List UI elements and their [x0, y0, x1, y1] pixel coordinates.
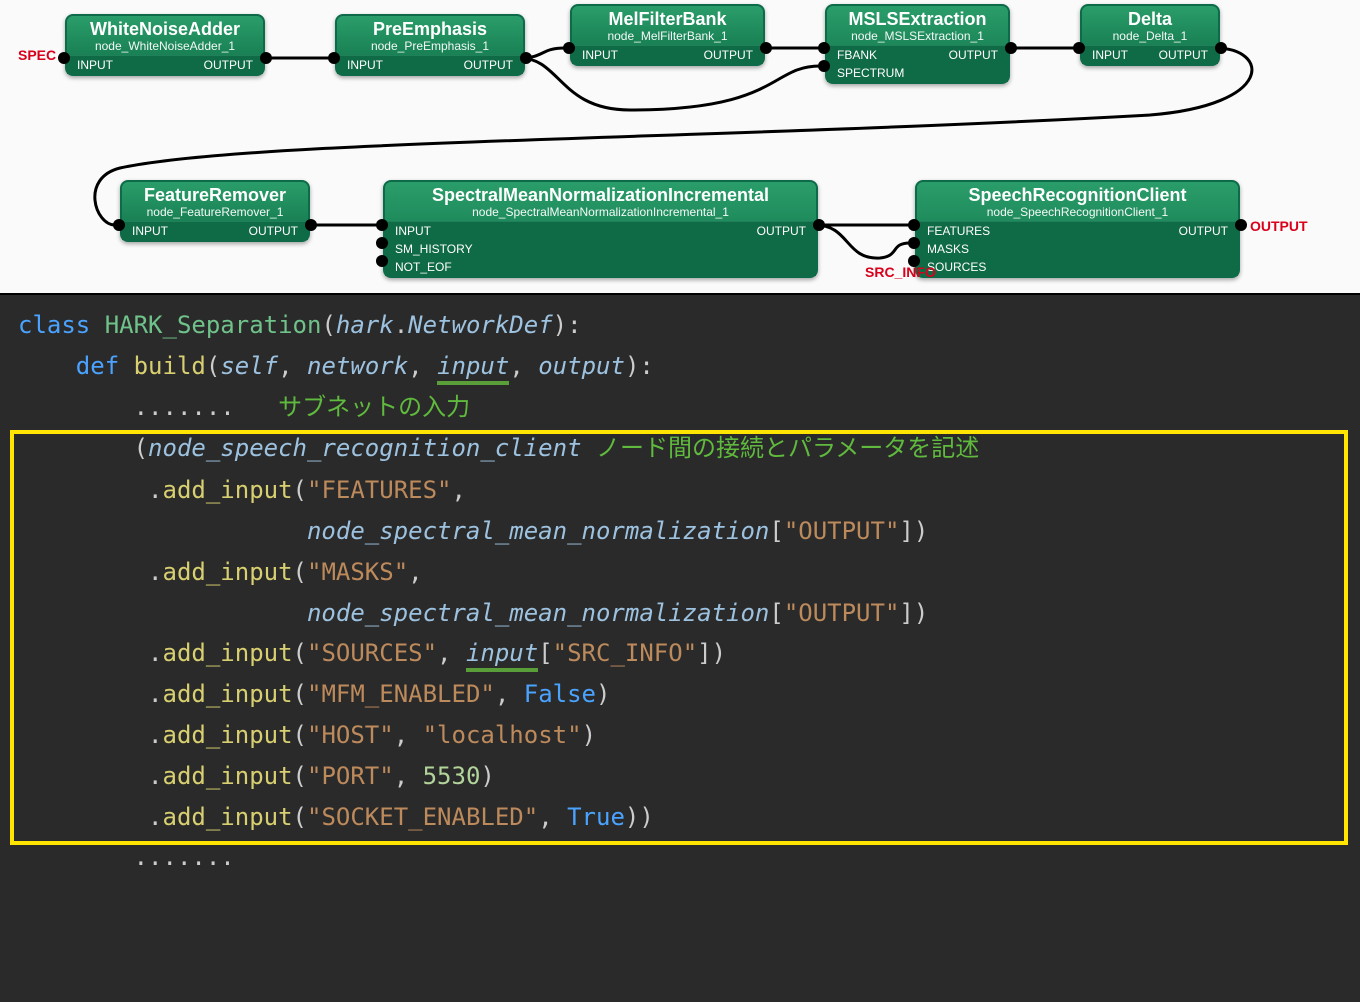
port-dot[interactable] — [818, 42, 830, 54]
external-output: OUTPUT — [1250, 218, 1308, 234]
port-dot[interactable] — [113, 219, 125, 231]
node-diagram: SPEC SRC_INFO OUTPUT WhiteNoiseAddernode… — [0, 0, 1360, 295]
code-line: class HARK_Separation(hark.NetworkDef): — [0, 305, 1360, 346]
port-dot[interactable] — [1235, 219, 1247, 231]
port-dot[interactable] — [58, 52, 70, 64]
node-featureremover[interactable]: FeatureRemovernode_FeatureRemover_1 INPU… — [120, 180, 310, 242]
port-dot[interactable] — [1005, 42, 1017, 54]
port-dot[interactable] — [376, 255, 388, 267]
external-src-info: SRC_INFO — [865, 264, 936, 280]
port-dot[interactable] — [813, 219, 825, 231]
node-spectralmeannormalization[interactable]: SpectralMeanNormalizationIncrementalnode… — [383, 180, 818, 278]
external-input-spec: SPEC — [18, 47, 56, 63]
port-dot[interactable] — [1073, 42, 1085, 54]
node-speechrecognitionclient[interactable]: SpeechRecognitionClientnode_SpeechRecogn… — [915, 180, 1240, 278]
port-dot[interactable] — [520, 52, 532, 64]
port-dot[interactable] — [760, 42, 772, 54]
code-editor: class HARK_Separation(hark.NetworkDef): … — [0, 295, 1360, 1002]
port-dot[interactable] — [260, 52, 272, 64]
node-melfilterbank[interactable]: MelFilterBanknode_MelFilterBank_1 INPUTO… — [570, 4, 765, 66]
node-preemphasis[interactable]: PreEmphasisnode_PreEmphasis_1 INPUTOUTPU… — [335, 14, 525, 76]
port-dot[interactable] — [376, 219, 388, 231]
code-line: ....... サブネットの入力 — [0, 387, 1360, 429]
node-delta[interactable]: Deltanode_Delta_1 INPUTOUTPUT — [1080, 4, 1220, 66]
port-dot[interactable] — [328, 52, 340, 64]
port-dot[interactable] — [908, 219, 920, 231]
port-dot[interactable] — [908, 255, 920, 267]
port-dot[interactable] — [305, 219, 317, 231]
port-dot[interactable] — [908, 237, 920, 249]
highlight-box — [10, 430, 1348, 845]
port-dot[interactable] — [1215, 42, 1227, 54]
node-whitenoiseadder[interactable]: WhiteNoiseAddernode_WhiteNoiseAdder_1 IN… — [65, 14, 265, 76]
node-mslsextraction[interactable]: MSLSExtractionnode_MSLSExtraction_1 FBAN… — [825, 4, 1010, 84]
port-dot[interactable] — [563, 42, 575, 54]
code-line: def build(self, network, input, output): — [0, 346, 1360, 387]
annotation-subnet-input: サブネットの入力 — [278, 394, 470, 421]
port-dot[interactable] — [376, 237, 388, 249]
port-dot[interactable] — [818, 60, 830, 72]
